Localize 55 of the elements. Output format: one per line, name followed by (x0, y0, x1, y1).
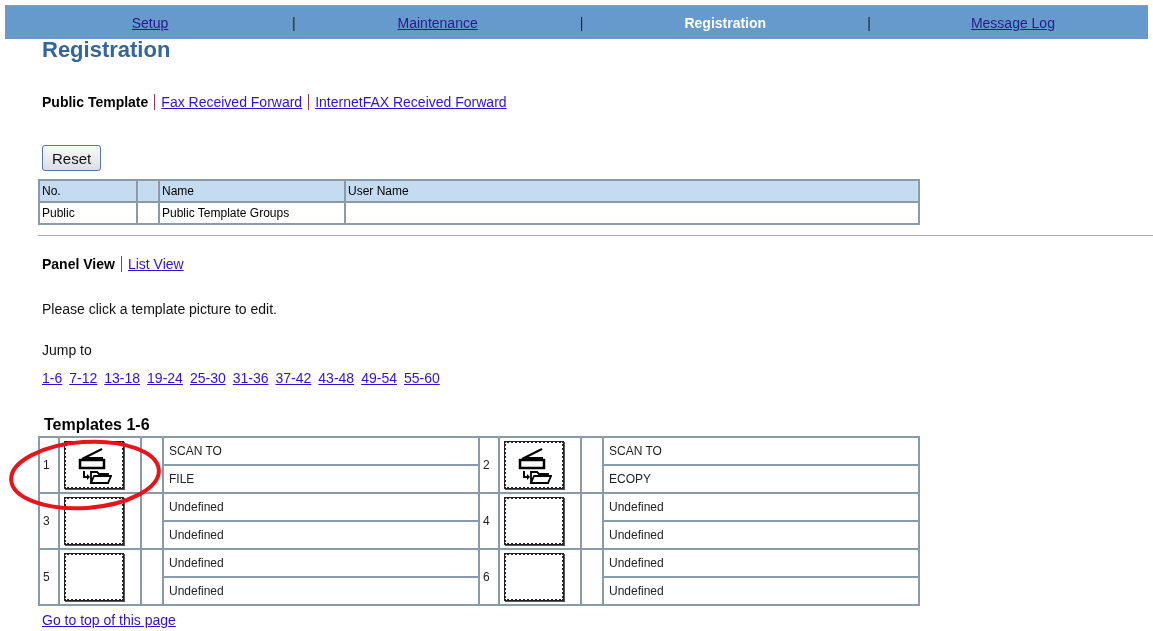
sub-tab[interactable]: InternetFAX Received Forward (308, 94, 513, 110)
template-picture-button[interactable] (504, 553, 564, 601)
template-name-cell: Undefined (163, 493, 479, 521)
sub-tab[interactable]: Public Template (42, 94, 155, 110)
template-name-cell: SCAN TO (603, 437, 919, 465)
jump-link[interactable]: 37-42 (275, 370, 312, 386)
jump-label: Jump to (42, 342, 93, 358)
sub-tab[interactable]: Fax Received Forward (154, 94, 309, 110)
template-number: 1 (39, 437, 59, 493)
view-tab[interactable]: Panel View (42, 256, 121, 272)
jump-link[interactable]: 31-36 (232, 370, 269, 386)
jump-link[interactable]: 25-30 (189, 370, 226, 386)
jump-link[interactable]: 1-6 (42, 370, 63, 386)
jump-link[interactable]: 43-48 (318, 370, 355, 386)
template-picture-button[interactable] (504, 497, 564, 545)
scanner-folder-icon (516, 446, 552, 484)
nav-tab[interactable]: Message Log (970, 14, 1055, 31)
jump-link[interactable]: 55-60 (403, 370, 440, 386)
template-name-cell: SCAN TO (163, 437, 479, 465)
template-name-cell: Undefined (163, 549, 479, 577)
template-number: 2 (479, 437, 499, 493)
nav-separator: | (867, 14, 871, 31)
template-number: 6 (479, 549, 499, 605)
column-header: No. (39, 180, 137, 202)
column-header: Name (159, 180, 345, 202)
template-name-cell: Undefined (603, 577, 919, 605)
template-name-cell: Undefined (603, 493, 919, 521)
template-number: 3 (39, 493, 59, 549)
template-number: 4 (479, 493, 499, 549)
jump-link[interactable]: 13-18 (104, 370, 141, 386)
scanner-folder-icon (76, 446, 112, 484)
top-link[interactable]: Go to top of this page (42, 612, 176, 628)
jump-link[interactable]: 49-54 (361, 370, 397, 386)
template-name-cell: ECOPY (603, 465, 919, 493)
nav-separator: | (579, 14, 584, 31)
nav-separator: | (292, 14, 296, 31)
template-picture-button[interactable] (64, 553, 124, 601)
template-picture-button[interactable] (504, 441, 564, 489)
nav-tab[interactable]: Setup (131, 14, 169, 31)
jump-link[interactable]: 19-24 (147, 370, 183, 386)
view-tab[interactable]: List View (120, 256, 190, 272)
template-picture-button[interactable] (64, 441, 124, 489)
nav-tab[interactable]: Maintenance (397, 14, 478, 31)
reset-button[interactable]: Reset (42, 145, 102, 171)
jump-link[interactable]: 7-12 (69, 370, 98, 386)
table-cell: Public (39, 202, 137, 224)
section-heading: Templates 1-6 (44, 416, 151, 434)
table-cell: Public Template Groups (159, 202, 345, 224)
instruction-text: Please click a template picture to edit. (42, 301, 278, 317)
column-header: User Name (345, 180, 919, 202)
template-name-cell: Undefined (603, 549, 919, 577)
template-number: 5 (39, 549, 59, 605)
template-picture-button[interactable] (64, 497, 124, 545)
page-title: Registration (42, 39, 172, 61)
template-name-cell: Undefined (603, 521, 919, 549)
